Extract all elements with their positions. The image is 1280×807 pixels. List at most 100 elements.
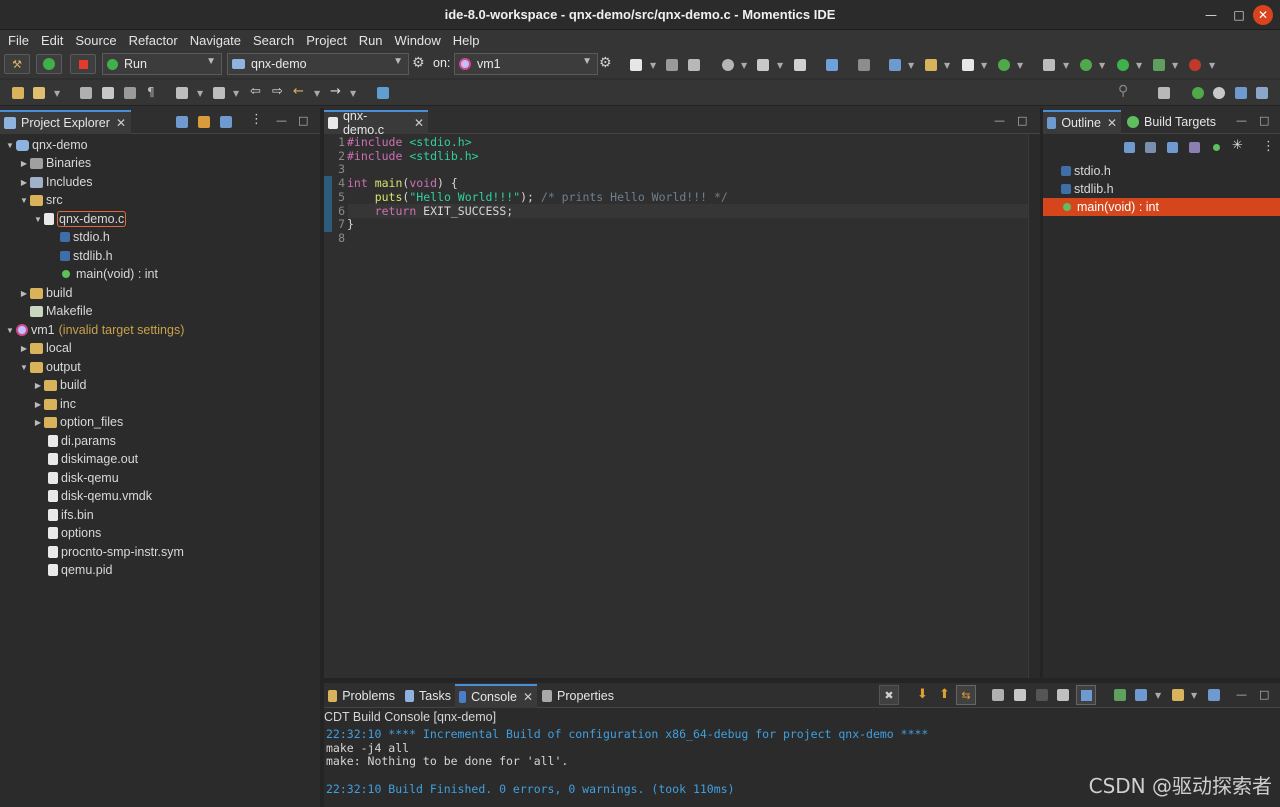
code-line[interactable]: 8 [324,231,1029,245]
pin-editor-icon[interactable] [377,87,389,99]
chevron-down-icon[interactable]: ▼ [350,89,356,98]
run-icon[interactable] [1117,59,1129,71]
scroll-lock-down-icon[interactable]: ⬇ [917,687,928,702]
next-edit-icon[interactable]: ⇨ [272,84,283,99]
chevron-down-icon[interactable]: ▼ [741,61,747,70]
menu-source[interactable]: Source [69,33,122,48]
search-icon[interactable]: ⚲ [1118,83,1128,99]
tree-item-output-build[interactable]: ▶ build [32,376,87,394]
outline-item-main[interactable]: main(void) : int [1061,198,1159,216]
stop-button[interactable] [70,54,96,74]
save-all-icon[interactable] [688,59,700,71]
minimize-icon[interactable]: — [276,114,287,127]
tree-item-di-params[interactable]: di.params [48,432,116,450]
chevron-down-icon[interactable]: ▼ [1099,61,1105,70]
tree-item-qnx-demo-c[interactable]: ▼ qnx-demo.c [32,210,127,228]
open-type-icon[interactable] [12,87,24,99]
maximize-icon[interactable]: □ [298,114,308,127]
minimize-icon[interactable]: — [1236,114,1247,127]
code-line[interactable]: 3 [324,162,1029,176]
minimize-icon[interactable]: — [1196,0,1226,30]
launch-target-gear-icon[interactable]: ⚙ [599,55,612,71]
tree-item-local[interactable]: ▶ local [18,339,72,357]
new-source-file-icon[interactable] [962,59,974,71]
collapse-all-icon[interactable] [1124,142,1135,153]
forward-icon[interactable]: → [330,84,341,99]
open-perspective-icon[interactable] [1043,59,1055,71]
minimize-icon[interactable]: — [1236,688,1247,701]
scroll-lock-icon[interactable] [1036,689,1048,701]
menu-window[interactable]: Window [389,33,447,48]
tree-item-makefile[interactable]: Makefile [30,302,93,320]
launch-config-gear-icon[interactable]: ⚙ [412,55,425,71]
tree-item-build[interactable]: ▶ build [18,284,73,302]
tree-item-diskimage-out[interactable]: diskimage.out [48,450,138,468]
chevron-down-icon[interactable]: ▼ [1191,691,1197,700]
maximize-icon[interactable]: □ [1259,688,1269,701]
tree-item-options[interactable]: options [48,524,101,542]
close-icon[interactable]: ✕ [116,116,126,130]
chevron-down-icon[interactable]: ▼ [1172,61,1178,70]
tab-project-explorer[interactable]: Project Explorer ✕ [0,110,131,134]
tree-item-qnx-demo[interactable]: ▼ qnx-demo [4,136,88,154]
whitespace-icon[interactable]: ¶ [147,85,155,99]
chevron-down-icon[interactable]: ▼ [908,61,914,70]
outline-item-stdlib-h[interactable]: stdlib.h [1061,180,1114,198]
show-on-output-icon[interactable] [1057,689,1069,701]
tree-item-src[interactable]: ▼ src [18,191,63,209]
code-line[interactable]: 5 puts("Hello World!!!"); /* prints Hell… [324,190,1029,204]
toggle-mark-icon[interactable] [102,87,114,99]
open-perspective-icon[interactable] [1158,87,1170,99]
tab-properties[interactable]: Properties [538,684,618,708]
launch-mode-select[interactable]: Run ▼ [102,53,222,75]
open-console-icon[interactable] [1135,689,1147,701]
code-editor[interactable]: 1 #include <stdio.h> 2 #include <stdlib.h> 3… [324,134,1029,678]
chevron-down-icon[interactable]: ▼ [777,61,783,70]
menu-file[interactable]: File [2,33,35,48]
hide-static-icon[interactable] [1189,142,1200,153]
group-includes-icon[interactable]: ✳ [1232,138,1243,153]
editor-scrollbar[interactable] [1028,134,1040,678]
launch-target-select[interactable]: vm1 ▼ [454,53,598,75]
tree-item-procnto-sym[interactable]: procnto-smp-instr.sym [48,543,184,561]
close-icon[interactable]: ✕ [414,116,424,130]
tab-console[interactable]: Console ✕ [455,684,537,708]
menu-project[interactable]: Project [300,33,352,48]
swap-icon[interactable]: ⇆ [956,685,976,705]
scroll-up-icon[interactable]: ⬆ [939,687,950,702]
close-icon[interactable]: ✕ [1107,116,1117,130]
word-wrap-icon[interactable] [1014,689,1026,701]
sort-icon[interactable] [1145,142,1156,153]
tree-item-disk-qemu-vmdk[interactable]: disk-qemu.vmdk [48,487,152,505]
code-line[interactable]: 6 return EXIT_SUCCESS; [324,204,1029,218]
build-hammer-button[interactable]: ⚒ [4,54,30,74]
tree-item-option-files[interactable]: ▶ option_files [32,413,123,431]
refresh-icon[interactable] [998,59,1010,71]
tab-qnx-demo-c[interactable]: qnx-demo.c ✕ [324,109,428,137]
code-line[interactable]: 7} [324,217,1029,231]
tab-build-targets[interactable]: Build Targets [1123,110,1233,134]
code-line[interactable]: 2 #include <stdlib.h> [324,149,1029,163]
tree-item-stdlib-h[interactable]: stdlib.h [60,247,113,265]
prev-annotation-icon[interactable] [213,87,225,99]
pen-icon[interactable] [80,87,92,99]
brush-icon[interactable] [33,87,45,99]
tree-item-main[interactable]: main(void) : int [60,265,158,283]
launch-config-select[interactable]: qnx-demo ▼ [227,53,409,75]
chevron-down-icon[interactable]: ▼ [944,61,950,70]
tab-tasks[interactable]: Tasks [401,684,455,708]
chevron-down-icon[interactable]: ▼ [314,89,320,98]
chevron-down-icon[interactable]: ▼ [1155,691,1161,700]
view-menu-icon[interactable]: ⋮ [250,112,263,127]
tab-outline[interactable]: Outline ✕ [1043,110,1121,134]
print-icon[interactable] [794,59,806,71]
tree-item-inc[interactable]: ▶ inc [32,395,76,413]
view-menu-icon[interactable]: ⋮ [1262,139,1275,154]
pin-console-icon[interactable] [992,689,1004,701]
terminal-icon[interactable] [826,59,838,71]
save-icon[interactable] [666,59,678,71]
debug-icon[interactable] [1080,59,1092,71]
chevron-down-icon[interactable]: ▼ [1136,61,1142,70]
tab-problems[interactable]: Problems [324,684,399,708]
new-file-icon[interactable] [630,59,642,71]
